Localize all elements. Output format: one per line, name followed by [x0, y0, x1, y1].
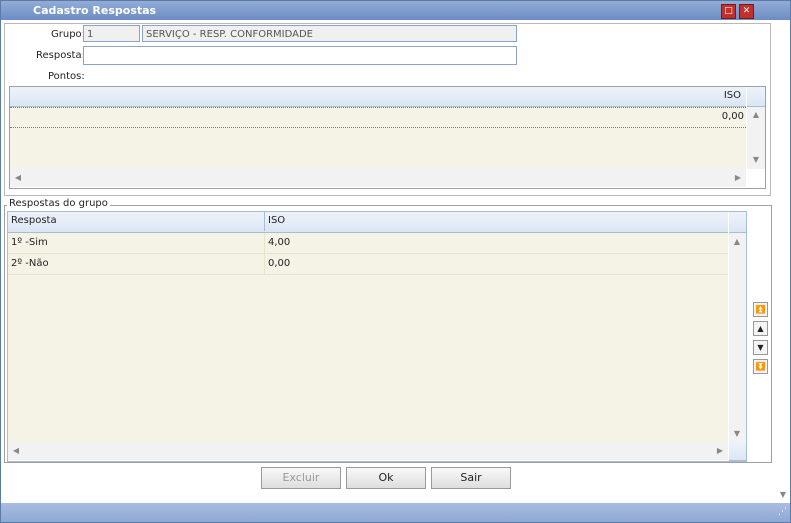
scroll-left-icon[interactable]: ◀ [10, 446, 22, 455]
form-content: Grupo: 1 SERVIÇO - RESP. CONFORMIDADE Re… [1, 20, 790, 503]
answers-grid-header: Resposta ISO [8, 211, 728, 233]
answer-resposta-cell: 2º -Não [8, 254, 265, 274]
scroll-right-icon[interactable]: ▶ [714, 446, 726, 455]
scroll-left-icon[interactable]: ◀ [12, 173, 24, 182]
answers-grid-corner [729, 212, 746, 233]
window: Cadastro Respostas □ ✕ Grupo: 1 SERVIÇO … [0, 0, 791, 523]
answers-vertical-scrollbar[interactable]: ▲ ▼ [729, 233, 746, 442]
move-up-icon[interactable]: ▲ [753, 321, 768, 336]
scroll-up-icon[interactable]: ▲ [750, 110, 762, 119]
title-bar: Cadastro Respostas □ ✕ [1, 1, 790, 20]
answers-group-legend: Respostas do grupo [7, 198, 110, 209]
resposta-input[interactable] [83, 46, 517, 65]
table-row[interactable]: 0,00 [10, 107, 746, 128]
resize-grip-icon[interactable]: ⋰ [778, 507, 787, 517]
answers-grid: Resposta ISO 1º -Sim 4,00 2º -Não 0,00 ▲… [7, 211, 747, 462]
move-top-icon[interactable]: ⏫ [753, 302, 768, 317]
excluir-button[interactable]: Excluir [261, 467, 341, 489]
points-grid: ISO 0,00 ▲ ▼ ◀ ▶ [9, 86, 766, 189]
scroll-down-icon[interactable]: ▼ [731, 429, 743, 438]
answer-iso-cell: 4,00 [268, 237, 291, 248]
ok-button[interactable]: Ok [346, 467, 426, 489]
grupo-label: Grupo: [51, 29, 86, 40]
grupo-code-field[interactable]: 1 [83, 25, 140, 42]
points-iso-value: 0,00 [721, 111, 744, 122]
scroll-right-icon[interactable]: ▶ [732, 173, 744, 182]
maximize-icon[interactable]: □ [721, 4, 736, 19]
points-grid-header: ISO [10, 87, 746, 107]
scrollbar-corner [729, 442, 746, 461]
status-bar: ⋰ [1, 503, 790, 522]
close-icon[interactable]: ✕ [739, 4, 754, 19]
column-header-resposta: Resposta [8, 211, 265, 231]
answers-horizontal-scrollbar[interactable]: ◀ ▶ [8, 442, 728, 460]
points-horizontal-scrollbar[interactable]: ◀ ▶ [10, 169, 746, 187]
window-title: Cadastro Respostas [33, 4, 157, 17]
grupo-name-field[interactable]: SERVIÇO - RESP. CONFORMIDADE [142, 25, 517, 42]
scroll-down-icon[interactable]: ▼ [750, 155, 762, 164]
table-row[interactable]: 2º -Não 0,00 [8, 254, 728, 275]
scroll-up-icon[interactable]: ▲ [731, 237, 743, 246]
move-down-icon[interactable]: ▼ [753, 340, 768, 355]
column-header-iso: ISO [723, 90, 741, 101]
window-scroll-down-icon[interactable]: ▼ [777, 490, 789, 499]
points-vertical-scrollbar[interactable]: ▲ ▼ [747, 107, 765, 169]
answer-iso-cell: 0,00 [268, 258, 291, 269]
table-row[interactable]: 1º -Sim 4,00 [8, 233, 728, 254]
sair-button[interactable]: Sair [431, 467, 511, 489]
answer-resposta-cell: 1º -Sim [8, 233, 265, 253]
pontos-label: Pontos: [48, 71, 85, 82]
points-grid-corner [747, 87, 765, 107]
column-header-iso: ISO [268, 215, 286, 226]
move-bottom-icon[interactable]: ⏬ [753, 359, 768, 374]
resposta-label: Resposta: [36, 50, 85, 61]
points-grid-empty [10, 128, 746, 169]
